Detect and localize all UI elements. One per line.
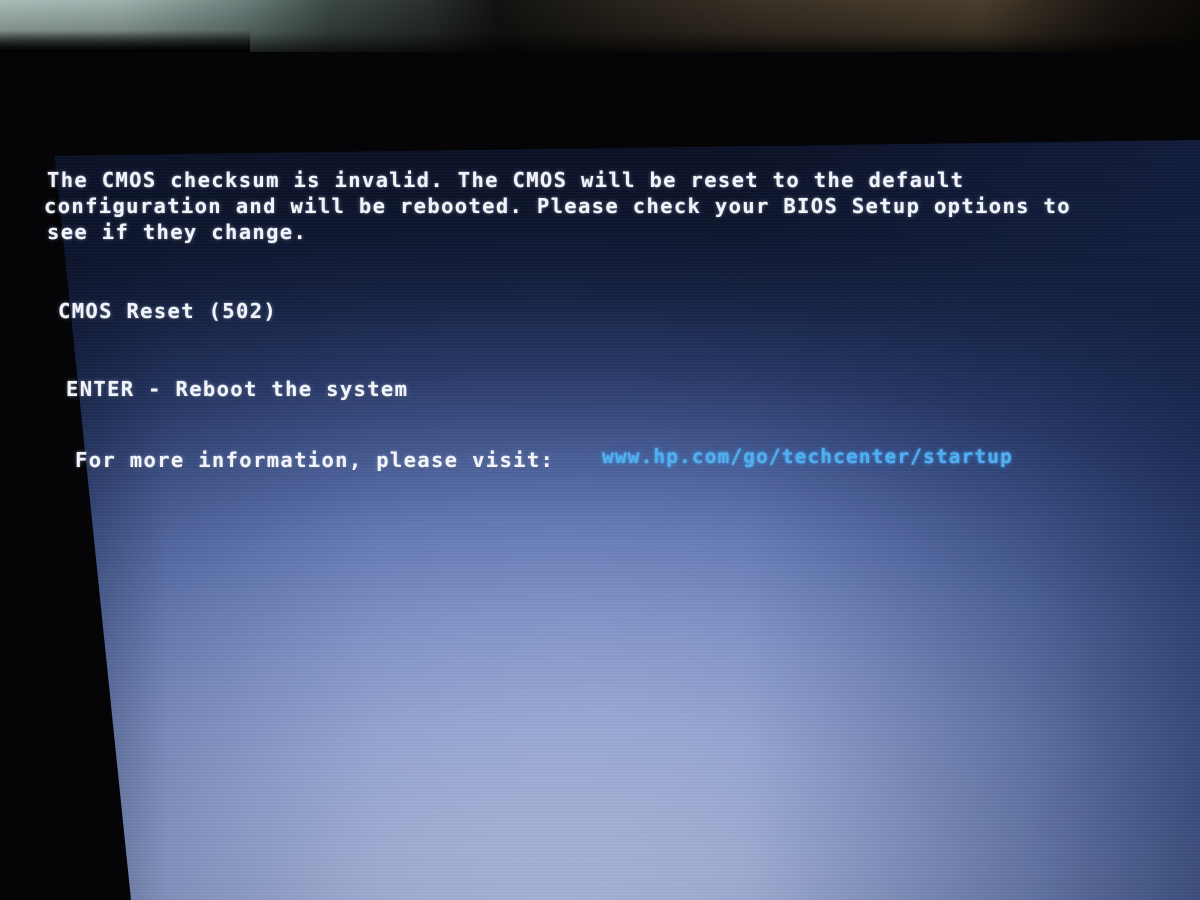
cmos-message-line-1: The CMOS checksum is invalid. The CMOS w…	[47, 168, 965, 192]
enter-reboot-action: ENTER - Reboot the system	[66, 377, 409, 401]
bios-message-text: The CMOS checksum is invalid. The CMOS w…	[0, 0, 1200, 900]
cmos-reset-code: CMOS Reset (502)	[58, 299, 278, 323]
cmos-message-line-3: see if they change.	[47, 220, 308, 244]
cmos-message-line-2: configuration and will be rebooted. Plea…	[44, 194, 1071, 218]
more-information-prompt: For more information, please visit:	[75, 448, 555, 472]
support-url-link[interactable]: www.hp.com/go/techcenter/startup	[602, 445, 1013, 468]
monitor-photo: The CMOS checksum is invalid. The CMOS w…	[0, 0, 1200, 900]
